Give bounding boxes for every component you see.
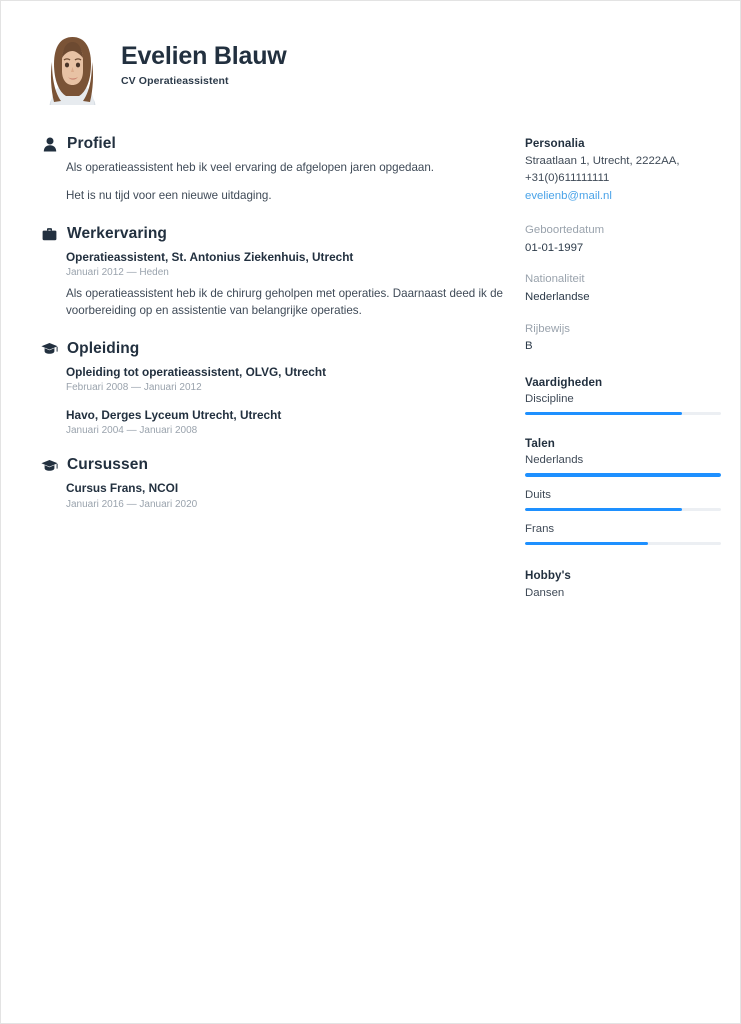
field-value: Nederlandse — [525, 291, 590, 303]
field-label: Nationaliteit — [525, 273, 585, 286]
hobbies-block: Hobby's Dansen — [525, 569, 721, 602]
section-profiel: Profiel Als operatieassistent heb ik vee… — [41, 135, 503, 205]
section-header: Werkervaring — [41, 225, 503, 243]
graduation-cap-icon — [41, 340, 58, 357]
skill-bar-fill — [525, 411, 682, 416]
hobbies-title: Hobby's — [525, 569, 571, 583]
education-entry: Opleiding tot operatieassistent, OLVG, U… — [66, 365, 503, 393]
language-name: Frans — [525, 523, 555, 535]
profile-paragraph: Als operatieassistent heb ik veel ervari… — [66, 161, 435, 174]
skills-block: Vaardigheden Discipline — [525, 376, 721, 416]
language-bar-track — [525, 541, 721, 546]
cv-body: Profiel Als operatieassistent heb ik vee… — [41, 135, 721, 620]
entry-title: Opleiding tot operatieassistent, OLVG, U… — [66, 364, 327, 379]
field-nationaliteit: Nationaliteit Nederlandse — [525, 271, 721, 306]
field-value: 01-01-1997 — [525, 241, 584, 254]
cv-header: Evelien Blauw CV Operatieassistent — [41, 34, 700, 105]
identity-block: Evelien Blauw CV Operatieassistent — [121, 34, 287, 87]
language-bar-fill — [525, 473, 721, 477]
section-header: Cursussen — [41, 456, 503, 474]
section-title: Profiel — [67, 135, 116, 152]
hobbies-value: Dansen — [525, 587, 565, 600]
course-entry: Cursus Frans, NCOI Januari 2016 — Januar… — [66, 481, 503, 509]
skill-bar-track — [525, 411, 721, 416]
section-title: Opleiding — [67, 339, 140, 357]
skill-item: Discipline — [525, 392, 721, 416]
entry-dates: Januari 2004 — Januari 2008 — [66, 425, 198, 437]
graduation-cap-icon — [41, 457, 58, 474]
skills-title: Vaardigheden — [525, 376, 603, 390]
field-value: B — [525, 340, 533, 353]
language-item: Nederlands — [525, 453, 721, 477]
profile-paragraph: Het is nu tijd voor een nieuwe uitdaging… — [66, 188, 272, 202]
person-icon — [41, 136, 58, 153]
portrait-photo-icon — [41, 34, 104, 105]
entry-dates: Februari 2008 — Januari 2012 — [66, 382, 202, 394]
section-cursussen: Cursussen Cursus Frans, NCOI Januari 201… — [41, 456, 503, 510]
avatar — [41, 34, 104, 105]
language-bar-fill — [525, 507, 682, 511]
entry-dates: Januari 2016 — Januari 2020 — [66, 498, 198, 510]
languages-block: Talen Nederlands Duits Frans — [525, 437, 721, 546]
language-bar-fill — [525, 541, 649, 546]
main-column: Profiel Als operatieassistent heb ik vee… — [41, 135, 503, 530]
sidebar: Personalia Straatlaan 1, Utrecht, 2222AA… — [525, 135, 721, 620]
language-name: Nederlands — [525, 454, 584, 467]
personalia-title: Personalia — [525, 137, 585, 150]
language-item: Duits — [525, 488, 721, 511]
field-rijbewijs: Rijbewijs B — [525, 321, 721, 356]
entry-title: Cursus Frans, NCOI — [66, 481, 179, 496]
skill-name: Discipline — [525, 393, 574, 406]
job-title: CV Operatieassistent — [121, 74, 229, 87]
entry-dates: Januari 2012 — Heden — [66, 266, 169, 278]
section-werkervaring: Werkervaring Operatieassistent, St. Anto… — [41, 225, 503, 320]
field-label: Geboortedatum — [525, 223, 605, 236]
cv-page: Evelien Blauw CV Operatieassistent Profi… — [0, 0, 741, 1024]
entry-description: Als operatieassistent heb ik de chirurg … — [66, 286, 503, 318]
languages-title: Talen — [525, 437, 555, 451]
language-name: Duits — [525, 488, 551, 501]
entry-title: Operatieassistent, St. Antonius Ziekenhu… — [66, 249, 354, 264]
language-bar-track — [525, 473, 721, 477]
language-bar-track — [525, 507, 721, 511]
address-text: Straatlaan 1, Utrecht, 2222AA, — [525, 155, 680, 167]
section-title: Werkervaring — [67, 224, 167, 242]
language-item: Frans — [525, 522, 721, 546]
section-title: Cursussen — [67, 456, 149, 474]
personalia-block: Personalia Straatlaan 1, Utrecht, 2222AA… — [525, 137, 721, 205]
phone-text: +31(0)611111111 — [525, 172, 610, 185]
field-geboortedatum: Geboortedatum 01-01-1997 — [525, 222, 721, 257]
experience-entry: Operatieassistent, St. Antonius Ziekenhu… — [66, 250, 503, 320]
page-title: Evelien Blauw — [121, 42, 287, 70]
briefcase-icon — [41, 225, 58, 242]
section-header: Profiel — [41, 135, 503, 153]
section-header: Opleiding — [41, 340, 503, 358]
entry-title: Havo, Derges Lyceum Utrecht, Utrecht — [66, 408, 282, 423]
email-link[interactable]: evelienb@mail.nl — [525, 188, 721, 205]
education-entry: Havo, Derges Lyceum Utrecht, Utrecht Jan… — [66, 408, 503, 436]
section-opleiding: Opleiding Opleiding tot operatieassisten… — [41, 340, 503, 436]
field-label: Rijbewijs — [525, 322, 570, 335]
